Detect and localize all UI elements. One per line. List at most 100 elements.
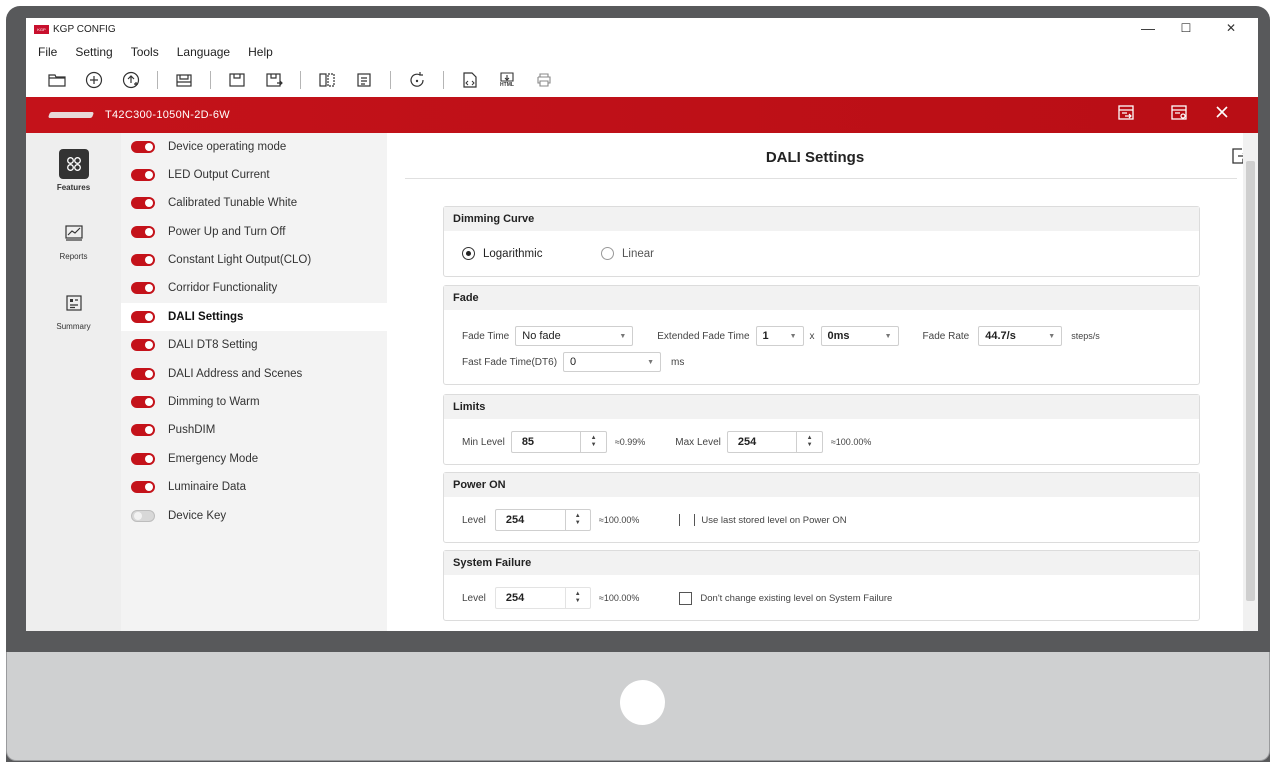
menu-setting[interactable]: Setting (75, 45, 112, 59)
scrollbar-thumb[interactable] (1246, 161, 1255, 601)
compare-icon[interactable] (316, 69, 338, 91)
radio-logarithmic[interactable]: Logarithmic (462, 247, 542, 260)
spin-up-icon[interactable]: ▲ (591, 435, 597, 442)
document-icon[interactable] (353, 69, 375, 91)
feature-toggle[interactable] (131, 197, 155, 209)
spin-up-icon[interactable]: ▲ (575, 591, 581, 598)
close-button[interactable]: ✕ (1221, 21, 1241, 35)
add-circle-icon[interactable] (83, 69, 105, 91)
device-settings-icon[interactable] (1168, 104, 1190, 127)
refresh-icon[interactable] (406, 69, 428, 91)
feature-toggle[interactable] (131, 424, 155, 436)
feature-item[interactable]: PushDIM (121, 416, 387, 444)
menu-file[interactable]: File (38, 45, 57, 59)
nav-reports[interactable]: Reports (26, 218, 121, 261)
feature-item[interactable]: DALI DT8 Setting (121, 331, 387, 359)
power-on-checkbox-row[interactable]: Use last stored level on Power ON (679, 514, 847, 526)
spin-up-icon[interactable]: ▲ (807, 435, 813, 442)
feature-item[interactable]: Corridor Functionality (121, 274, 387, 302)
chevron-down-icon: ▼ (647, 358, 655, 366)
menu-tools[interactable]: Tools (131, 45, 159, 59)
folder-open-icon[interactable] (46, 69, 68, 91)
feature-toggle[interactable] (131, 481, 155, 493)
radio-linear[interactable]: Linear (601, 247, 654, 260)
fade-rate-select[interactable]: 44.7/s ▼ (978, 326, 1063, 346)
feature-toggle[interactable] (131, 453, 155, 465)
feature-toggle[interactable] (131, 339, 155, 351)
spin-down-icon[interactable]: ▼ (807, 442, 813, 449)
nav-features[interactable]: Features (26, 149, 121, 192)
radio-button[interactable] (601, 247, 614, 260)
add-upload-icon[interactable] (120, 69, 142, 91)
device-write-icon[interactable] (263, 69, 285, 91)
system-failure-level-stepper[interactable]: 254 ▲ ▼ (494, 587, 591, 609)
maximize-button[interactable]: ☐ (1176, 21, 1196, 35)
power-on-level-stepper[interactable]: 254 ▲ ▼ (494, 509, 591, 531)
chevron-down-icon: ▼ (619, 332, 627, 340)
spin-buttons[interactable]: ▲ ▼ (564, 510, 590, 530)
spin-down-icon[interactable]: ▼ (575, 520, 581, 527)
feature-toggle[interactable] (131, 368, 155, 380)
minimize-button[interactable]: — (1138, 20, 1158, 36)
device-read-icon[interactable] (173, 69, 195, 91)
max-level-label: Max Level (675, 436, 721, 448)
spin-down-icon[interactable]: ▼ (591, 442, 597, 449)
feature-toggle[interactable] (131, 141, 155, 153)
report-icon[interactable] (459, 69, 481, 91)
feature-item[interactable]: DALI Address and Scenes (121, 360, 387, 388)
feature-item[interactable]: Device Key (121, 502, 387, 530)
feature-item[interactable]: Calibrated Tunable White (121, 189, 387, 217)
feature-item-active[interactable]: DALI Settings (121, 303, 387, 331)
spin-up-icon[interactable]: ▲ (575, 513, 581, 520)
feature-item[interactable]: Dimming to Warm (121, 388, 387, 416)
print-icon[interactable] (533, 69, 555, 91)
feature-item[interactable]: Emergency Mode (121, 445, 387, 473)
min-level-percent: ≈0.99% (614, 437, 646, 447)
extended-fade-base-select[interactable]: 0ms ▼ (820, 326, 899, 346)
device-read-config-icon[interactable] (1115, 104, 1137, 127)
system-failure-checkbox-row[interactable]: Don't change existing level on System Fa… (679, 591, 892, 605)
spin-down-icon[interactable]: ▼ (575, 598, 581, 605)
spin-buttons[interactable]: ▲ ▼ (580, 432, 605, 452)
max-level-stepper[interactable]: 254 ▲ ▼ (726, 431, 823, 453)
vertical-scrollbar[interactable] (1243, 133, 1258, 631)
feature-label: Emergency Mode (168, 453, 259, 465)
feature-label: PushDIM (168, 424, 216, 436)
app-title: KGP CONFIG (53, 23, 116, 35)
feature-toggle[interactable] (131, 282, 155, 294)
html-export-icon[interactable]: HTML (496, 69, 518, 91)
menu-language[interactable]: Language (177, 45, 230, 59)
toolbar-separator (300, 71, 301, 89)
feature-toggle[interactable] (131, 311, 155, 323)
nav-summary[interactable]: Summary (26, 288, 121, 331)
feature-item[interactable]: Power Up and Turn Off (121, 218, 387, 246)
spin-buttons[interactable]: ▲ ▼ (564, 588, 590, 608)
fast-fade-select[interactable]: 0 ▼ (563, 352, 662, 372)
feature-toggle[interactable] (131, 226, 155, 238)
feature-toggle[interactable] (131, 254, 155, 266)
feature-label: DALI Settings (168, 311, 244, 323)
fade-time-select[interactable]: No fade ▼ (515, 326, 634, 346)
feature-label: Dimming to Warm (168, 396, 260, 408)
feature-item[interactable]: Luminaire Data (121, 473, 387, 501)
feature-item[interactable]: Constant Light Output(CLO) (121, 246, 387, 274)
feature-label: Luminaire Data (168, 481, 246, 493)
min-level-stepper[interactable]: 85 ▲ ▼ (510, 431, 607, 453)
feature-toggle[interactable] (131, 169, 155, 181)
title-divider (405, 178, 1237, 179)
feature-toggle[interactable] (131, 510, 155, 522)
power-on-level-percent: ≈100.00% (598, 515, 640, 525)
extended-fade-multiplier-select[interactable]: 1 ▼ (755, 326, 804, 346)
feature-label: DALI Address and Scenes (168, 368, 303, 380)
spin-buttons[interactable]: ▲ ▼ (796, 432, 821, 452)
feature-item[interactable]: Device operating mode (121, 133, 387, 161)
radio-button-selected[interactable] (462, 247, 475, 260)
section-header: System Failure (444, 551, 1199, 575)
system-failure-checkbox[interactable] (679, 591, 693, 605)
feature-toggle[interactable] (131, 396, 155, 408)
device-save-icon[interactable] (226, 69, 248, 91)
feature-item[interactable]: LED Output Current (121, 161, 387, 189)
menu-help[interactable]: Help (248, 45, 273, 59)
device-close-icon[interactable] (1211, 104, 1233, 125)
fade-time-value: No fade (522, 330, 561, 342)
